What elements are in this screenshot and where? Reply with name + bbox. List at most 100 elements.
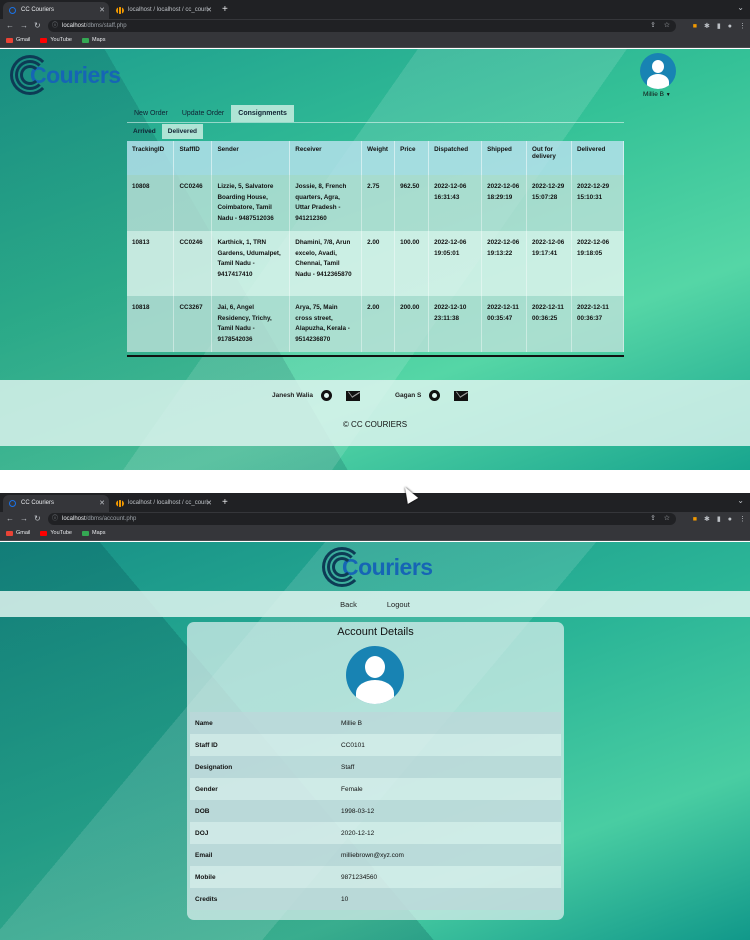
detail-row: Gender Female	[190, 778, 561, 800]
extension-icon[interactable]: ■	[693, 516, 697, 523]
bookmark-maps[interactable]: Maps	[82, 530, 105, 536]
contributor-name: Janesh Walia	[272, 392, 313, 399]
url-host: localhost	[62, 516, 86, 522]
tab-new-order[interactable]: New Order	[127, 105, 175, 122]
bookmark-maps[interactable]: Maps	[82, 37, 105, 43]
bookmark-label: Gmail	[16, 530, 31, 536]
sidepanel-icon[interactable]: ▮	[717, 515, 721, 523]
table-cell: 2022-12-11 00:36:37	[571, 296, 625, 352]
table-divider	[127, 355, 624, 357]
account-card: Account Details Name Millie B Staff ID CC0…	[187, 622, 564, 920]
table-cell: 2022-12-29 15:07:28	[526, 175, 572, 231]
table-cell: 10813	[127, 231, 175, 296]
bookmark-gmail[interactable]: Gmail	[6, 37, 30, 43]
detail-row: Mobile 9871234560	[190, 866, 561, 888]
logo-rings-icon	[10, 55, 50, 95]
table-header-row: TrackingID StaffID Sender Receiver Weigh…	[127, 141, 625, 175]
detail-value: CC0101	[336, 734, 561, 756]
detail-value: Female	[336, 778, 561, 800]
forward-arrow-icon[interactable]: →	[20, 19, 28, 33]
detail-label: DOB	[190, 800, 336, 822]
new-tab-icon[interactable]: +	[222, 495, 228, 510]
tab-consignments[interactable]: Consignments	[231, 105, 294, 122]
bookmark-label: YouTube	[50, 37, 72, 43]
address-bar-row: ← → ↻ ⓘ localhost/dbms/staff.php ⇪ ☆ ■ ✱…	[0, 19, 750, 33]
menu-icon[interactable]: ⋮	[739, 515, 746, 523]
table-cell: CC3267	[173, 296, 213, 352]
detail-label: DOJ	[190, 822, 336, 844]
github-icon[interactable]	[320, 390, 332, 401]
subtab-delivered[interactable]: Delivered	[161, 124, 204, 139]
account-details-table: Name Millie B Staff ID CC0101 Designation S…	[190, 712, 561, 910]
table-cell: 2022-12-06 19:13:22	[481, 231, 528, 296]
profile-icon[interactable]: ●	[728, 516, 732, 523]
browser-tab-phpmyadmin[interactable]: localhost / localhost / cc_couri ✕	[110, 495, 216, 512]
account-nav: Back Logout	[0, 591, 750, 617]
url-input[interactable]: ⓘ localhost/dbms/account.php ⇪ ☆	[48, 513, 676, 525]
chevron-down-icon[interactable]: ⌄	[737, 496, 744, 505]
profile-icon[interactable]: ●	[728, 23, 732, 30]
tab-update-order[interactable]: Update Order	[175, 105, 231, 122]
detail-label: Staff ID	[190, 734, 336, 756]
forward-arrow-icon[interactable]: →	[20, 512, 28, 526]
detail-row: Name Millie B	[190, 712, 561, 734]
close-tab-icon[interactable]: ✕	[99, 495, 105, 512]
site-logo[interactable]: Couriers	[10, 55, 121, 95]
browser-tab-cc-couriers[interactable]: CC Couriers ✕	[3, 495, 109, 512]
detail-value: Millie B	[336, 712, 561, 734]
maps-icon	[82, 37, 89, 43]
star-icon[interactable]: ☆	[664, 20, 670, 32]
detail-value: 10	[336, 888, 561, 910]
bookmark-youtube[interactable]: YouTube	[40, 530, 72, 536]
share-icon[interactable]: ⇪	[650, 20, 656, 32]
menu-icon[interactable]: ⋮	[739, 22, 746, 30]
sidepanel-icon[interactable]: ▮	[717, 22, 721, 30]
back-arrow-icon[interactable]: ←	[6, 19, 14, 33]
extension-icon[interactable]: ■	[693, 23, 697, 30]
globe-icon	[9, 7, 16, 14]
consignment-subtabs: Arrived Delivered	[127, 124, 624, 139]
logout-link[interactable]: Logout	[387, 600, 410, 609]
puzzle-icon[interactable]: ✱	[704, 22, 710, 30]
user-avatar-icon[interactable]	[640, 53, 676, 89]
subtab-arrived[interactable]: Arrived	[127, 124, 162, 139]
bookmark-youtube[interactable]: YouTube	[40, 37, 72, 43]
table-row: 10813 CC0246 Karthick, 1, TRN Gardens, U…	[127, 231, 625, 296]
chevron-down-icon[interactable]: ⌄	[737, 3, 744, 12]
table-cell: 962.50	[394, 175, 430, 231]
column-header: Dispatched	[428, 141, 483, 175]
table-cell: 2022-12-06 19:18:05	[571, 231, 625, 296]
github-icon[interactable]	[429, 390, 441, 401]
mail-icon[interactable]	[345, 390, 360, 401]
reload-icon[interactable]: ↻	[34, 512, 41, 526]
new-tab-icon[interactable]: +	[222, 2, 228, 17]
puzzle-icon[interactable]: ✱	[704, 515, 710, 523]
site-logo[interactable]: Couriers	[322, 547, 433, 587]
table-cell: 2022-12-10 23:11:38	[428, 296, 483, 352]
star-icon[interactable]: ☆	[664, 513, 670, 525]
bookmark-gmail[interactable]: Gmail	[6, 530, 30, 536]
bookmark-label: Gmail	[16, 37, 31, 43]
detail-row: Staff ID CC0101	[190, 734, 561, 756]
contributor-name: Gagan S	[395, 392, 422, 399]
table-cell: 2.00	[361, 231, 396, 296]
detail-label: Gender	[190, 778, 336, 800]
back-link[interactable]: Back	[340, 600, 357, 609]
share-icon[interactable]: ⇪	[650, 513, 656, 525]
info-icon: ⓘ	[52, 516, 59, 522]
browser-tab-bar: CC Couriers ✕ localhost / localhost / cc…	[0, 493, 750, 512]
close-tab-icon[interactable]: ✕	[99, 2, 105, 19]
detail-label: Email	[190, 844, 336, 866]
detail-row: Designation Staff	[190, 756, 561, 778]
mail-icon[interactable]	[454, 390, 469, 401]
user-menu[interactable]: Millie B ▼	[643, 91, 671, 98]
browser-tab-phpmyadmin[interactable]: localhost / localhost / cc_couri ✕	[110, 2, 216, 19]
back-arrow-icon[interactable]: ←	[6, 512, 14, 526]
browser-tab-cc-couriers[interactable]: CC Couriers ✕	[3, 2, 109, 19]
table-cell: 10808	[127, 175, 175, 231]
reload-icon[interactable]: ↻	[34, 19, 41, 33]
column-header: Out for delivery	[526, 141, 572, 175]
close-tab-icon[interactable]: ✕	[206, 2, 212, 19]
url-input[interactable]: ⓘ localhost/dbms/staff.php ⇪ ☆	[48, 20, 676, 32]
close-tab-icon[interactable]: ✕	[206, 495, 212, 512]
